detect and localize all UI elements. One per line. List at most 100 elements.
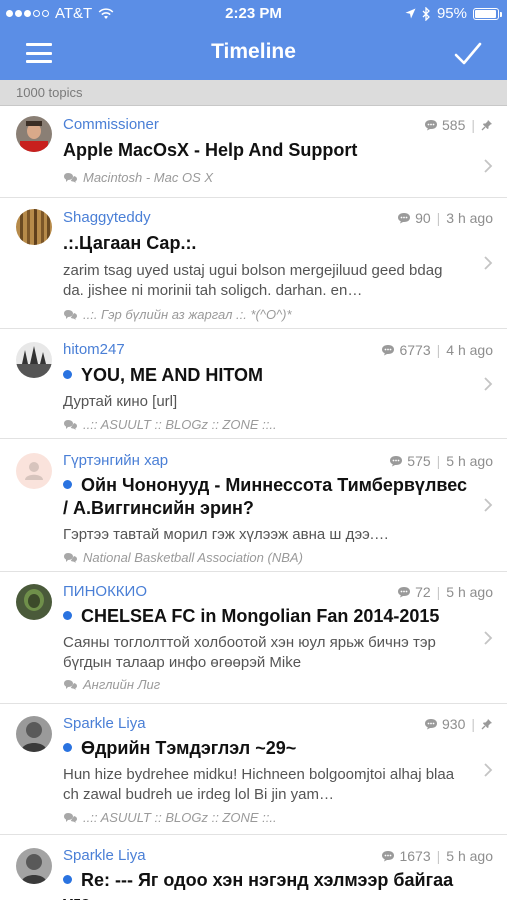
topic-meta: 72 | 5 h ago: [397, 584, 493, 600]
reply-count: 1673: [399, 848, 431, 864]
last-activity-time: 5 h ago: [446, 584, 493, 600]
topic-title: Re: --- Яг одоо хэн нэгэнд хэлмээр байга…: [63, 870, 454, 900]
last-activity-time: 4 h ago: [446, 342, 493, 358]
status-bar: AT&T 2:23 PM 95%: [0, 0, 507, 28]
reply-count: 72: [415, 584, 431, 600]
avatar: [16, 116, 52, 152]
topic-title: CHELSEA FC in Mongolian Fan 2014-2015: [81, 606, 440, 626]
chevron-right-icon: [484, 256, 493, 270]
avatar: [16, 848, 52, 884]
topic-excerpt: Hun hize bydrehee midku! Hichneen bolgoo…: [63, 766, 455, 803]
unread-dot: [63, 875, 72, 884]
comment-bubble-icon: [425, 120, 437, 131]
last-activity-time: 5 h ago: [446, 453, 493, 469]
chat-icon: [64, 173, 77, 183]
topic-category-label: Английн Лиг: [83, 677, 161, 692]
page-title: Timeline: [211, 40, 296, 63]
topic-author[interactable]: Sparkle Liya: [63, 704, 467, 733]
topic-row[interactable]: ПИНОККИО 72 | 5 h ago CHELSEA FC in Mong…: [0, 572, 507, 704]
topic-category-label: ..:: ASUULT :: BLOGz :: ZONE ::..: [83, 810, 277, 825]
topic-meta: 575 | 5 h ago: [389, 453, 493, 469]
comment-bubble-icon: [390, 456, 403, 467]
topic-category: ..:: ASUULT :: BLOGz :: ZONE ::..: [63, 416, 467, 433]
topic-title: .:.Цагаан Сар.:.: [63, 233, 197, 253]
reply-count: 6773: [399, 342, 431, 358]
chat-icon: [64, 680, 77, 690]
topic-title: Ойн Чононууд - Миннессота Тимбервүлвес /…: [63, 475, 467, 518]
comment-bubble-icon: [398, 587, 411, 598]
avatar: [16, 716, 52, 752]
topic-excerpt: Гэртээ тавтай морил гэж хүлээж авна ш дэ…: [63, 526, 389, 543]
last-activity-time: 3 h ago: [446, 210, 493, 226]
topic-meta: 930 |: [424, 716, 493, 732]
chevron-right-icon: [484, 763, 493, 777]
topic-category: Английн Лиг: [63, 676, 467, 693]
topic-title-line: Ойн Чононууд - Миннессота Тимбервүлвес /…: [63, 474, 467, 520]
reply-count: 90: [415, 210, 431, 226]
battery-icon: [473, 7, 502, 20]
battery-percent: 95%: [436, 5, 467, 22]
topic-title-line: Re: --- Яг одоо хэн нэгэнд хэлмээр байга…: [63, 869, 467, 900]
comment-bubble-icon: [382, 851, 395, 862]
chevron-right-icon: [484, 498, 493, 512]
topic-category-label: ..:: ASUULT :: BLOGz :: ZONE ::..: [83, 417, 277, 432]
nav-bar: Timeline: [0, 28, 507, 80]
topic-row[interactable]: Гүртэнгийн хар 575 | 5 h ago Ойн Чононуу…: [0, 439, 507, 572]
topic-category: National Basketball Association (NBA): [63, 549, 467, 566]
topic-list: Commissioner 585 | Apple MacOsX - Help A…: [0, 106, 507, 900]
topic-count-bar: 1000 topics: [0, 80, 507, 106]
chat-icon: [64, 310, 77, 320]
topic-category: ..:: ASUULT :: BLOGz :: ZONE ::..: [63, 809, 467, 826]
topic-row[interactable]: Sparkle Liya 930 | Өдрийн Тэмдэглэл ~29~…: [0, 704, 507, 835]
reply-count: 585: [442, 117, 466, 133]
topic-category-label: National Basketball Association (NBA): [83, 550, 303, 565]
chevron-right-icon: [484, 631, 493, 645]
topic-meta: 90 | 3 h ago: [397, 210, 493, 226]
checkmark-icon[interactable]: [453, 40, 483, 68]
topic-category: Macintosh - Mac OS X: [63, 169, 467, 186]
reply-count: 575: [407, 453, 431, 469]
topic-author[interactable]: Commissioner: [63, 106, 467, 134]
last-activity-time: 5 h ago: [446, 848, 493, 864]
unread-dot: [63, 743, 72, 752]
chat-icon: [64, 553, 77, 563]
topic-category-label: Macintosh - Mac OS X: [83, 170, 214, 185]
topic-excerpt: Саяны тоглолттой холбоотой хэн юул ярьж …: [63, 634, 436, 671]
unread-dot: [63, 370, 72, 379]
avatar: [16, 584, 52, 620]
chevron-right-icon: [484, 159, 493, 173]
topic-title-line: CHELSEA FC in Mongolian Fan 2014-2015: [63, 605, 467, 628]
topic-excerpt: zarim tsag uyed ustaj ugui bolson mergej…: [63, 262, 443, 299]
topic-row[interactable]: Shaggyteddy 90 | 3 h ago .:.Цагаан Сар.:…: [0, 198, 507, 329]
chat-icon: [64, 420, 77, 430]
topic-meta: 1673 | 5 h ago: [381, 848, 493, 864]
pin-icon: [481, 120, 492, 131]
comment-bubble-icon: [398, 213, 411, 224]
topic-title: Apple MacOsX - Help And Support: [63, 140, 358, 160]
topic-title-line: YOU, ME AND HITOM: [63, 364, 467, 387]
unread-dot: [63, 480, 72, 489]
avatar: [16, 453, 52, 489]
comment-bubble-icon: [425, 719, 437, 730]
topic-category-label: ..:. Гэр бүлийн аз жаргал .:. *(^O^)*: [83, 307, 292, 322]
avatar: [16, 342, 52, 378]
topic-meta: 585 |: [424, 117, 493, 133]
comment-bubble-icon: [382, 345, 395, 356]
topic-row[interactable]: Sparkle Liya 1673 | 5 h ago Re: --- Яг о…: [0, 835, 507, 900]
topic-meta: 6773 | 4 h ago: [381, 342, 493, 358]
topic-excerpt: Дуртай кино [url]: [63, 393, 178, 410]
bluetooth-icon: [422, 6, 430, 21]
status-right: 95%: [405, 5, 502, 22]
location-arrow-icon: [405, 8, 416, 19]
topic-category: ..:. Гэр бүлийн аз жаргал .:. *(^O^)*: [63, 306, 467, 323]
battery-level-fill: [475, 9, 496, 18]
topic-title: Өдрийн Тэмдэглэл ~29~: [81, 738, 297, 758]
topic-row[interactable]: hitom247 6773 | 4 h ago YOU, ME AND HITO…: [0, 329, 507, 439]
pin-icon: [481, 719, 492, 730]
topic-title: YOU, ME AND HITOM: [81, 365, 264, 385]
topic-row[interactable]: Commissioner 585 | Apple MacOsX - Help A…: [0, 106, 507, 198]
chevron-right-icon: [484, 377, 493, 391]
topic-title-line: Өдрийн Тэмдэглэл ~29~: [63, 737, 467, 760]
chat-icon: [64, 813, 77, 823]
unread-dot: [63, 611, 72, 620]
